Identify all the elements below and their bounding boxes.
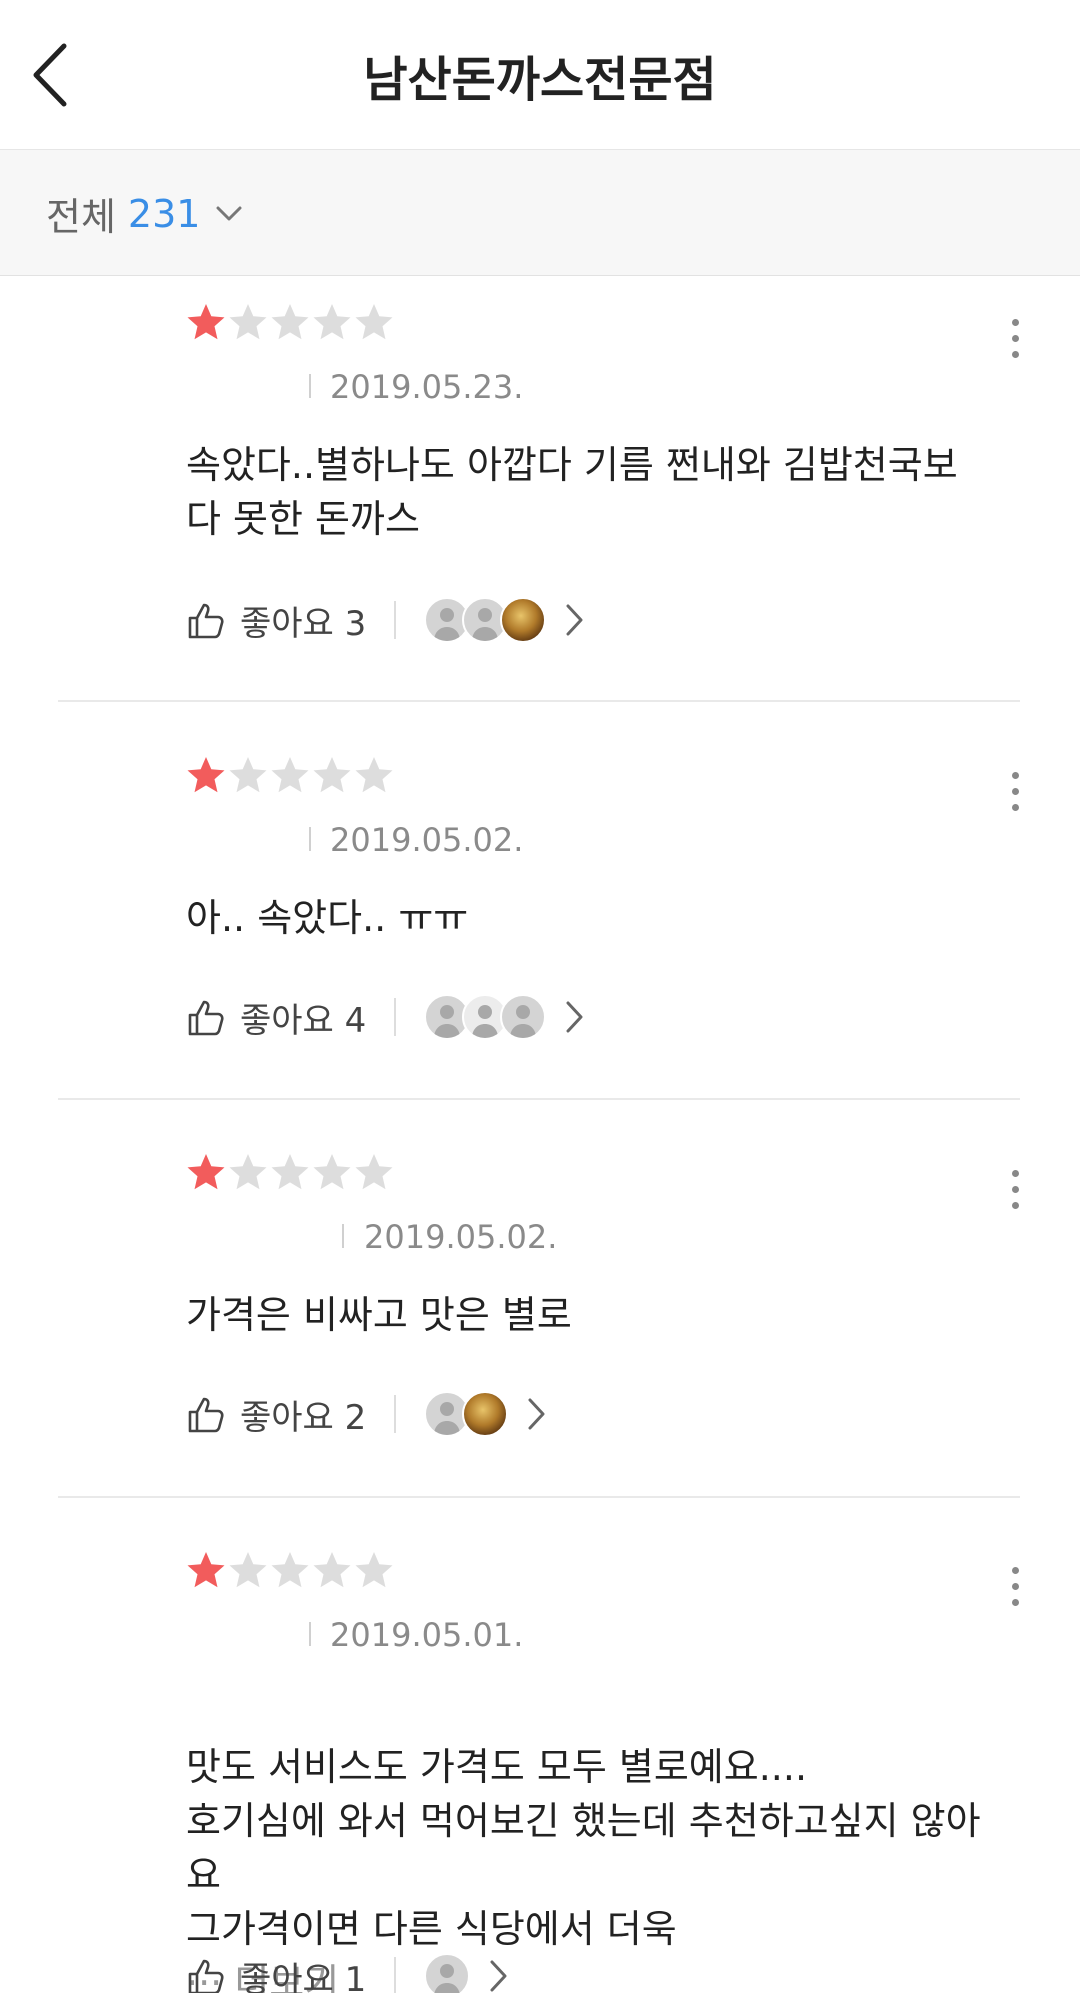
review-date: 2019.05.23. — [330, 368, 524, 406]
liker-avatar — [500, 597, 547, 643]
like-count: 좋아요 2 — [240, 1397, 367, 1438]
star-filled-icon — [187, 757, 225, 793]
liker-avatar — [462, 1391, 509, 1437]
review-actions: 좋아요 3 — [186, 590, 584, 650]
review-date: 2019.05.01. — [330, 1616, 524, 1654]
chevron-down-icon — [216, 206, 242, 222]
review-actions: 좋아요 4 — [186, 987, 584, 1047]
star-empty-icon — [271, 304, 309, 340]
filter-bar: 전체 231 — [0, 150, 1080, 276]
like-count: 좋아요 1 — [240, 1959, 367, 1993]
more-options-button[interactable] — [998, 1159, 1032, 1219]
like-separator — [394, 998, 397, 1036]
review-text: 가격은 비싸고 맛은 별로 — [186, 1293, 572, 1337]
like-count: 좋아요 4 — [240, 1000, 367, 1041]
review-divider — [58, 1496, 1020, 1498]
like-button[interactable]: 좋아요 2 — [186, 1390, 366, 1439]
like-button[interactable]: 좋아요 3 — [186, 596, 366, 645]
filter-label: 전체 — [46, 195, 116, 239]
star-filled-icon — [187, 1154, 225, 1190]
star-empty-icon — [355, 1552, 393, 1588]
star-empty-icon — [355, 757, 393, 793]
review-text: 아.. 속았다.. ㅠㅠ — [186, 896, 469, 940]
star-filled-icon — [187, 1552, 225, 1588]
page-title: 남산돈까스전문점 — [363, 52, 717, 108]
review-divider — [58, 1098, 1020, 1100]
star-filled-icon — [187, 304, 225, 340]
star-empty-icon — [229, 1154, 267, 1190]
liker-avatar — [424, 1953, 471, 1993]
star-rating — [186, 755, 394, 795]
star-empty-icon — [271, 757, 309, 793]
liker-avatars[interactable] — [424, 597, 547, 643]
liker-avatars[interactable] — [424, 994, 547, 1040]
star-empty-icon — [313, 304, 351, 340]
star-empty-icon — [313, 1154, 351, 1190]
more-options-button[interactable] — [998, 1556, 1032, 1616]
nickname-separator — [309, 827, 311, 851]
liker-avatar — [500, 994, 547, 1040]
star-empty-icon — [229, 757, 267, 793]
star-empty-icon — [271, 1154, 309, 1190]
thumbs-up-icon — [188, 603, 224, 639]
star-rating — [186, 1550, 394, 1590]
app-header: 남산돈까스전문점 — [0, 0, 1080, 150]
thumbs-up-icon — [188, 1000, 224, 1036]
more-options-button[interactable] — [998, 308, 1032, 368]
like-count: 좋아요 3 — [240, 603, 367, 644]
like-separator — [394, 1957, 397, 1993]
review-text-content: 맛도 서비스도 가격도 모두 별로예요.... 호기심에 와서 먹어보긴 했는데… — [186, 1745, 981, 1951]
star-empty-icon — [355, 304, 393, 340]
review-actions: 좋아요 2 — [186, 1384, 546, 1444]
review-date: 2019.05.02. — [364, 1218, 558, 1256]
liker-avatars[interactable] — [424, 1391, 509, 1437]
star-empty-icon — [355, 1154, 393, 1190]
liker-avatars[interactable] — [424, 1953, 471, 1993]
nickname-separator — [342, 1224, 344, 1248]
chevron-right-icon[interactable] — [564, 603, 584, 637]
star-empty-icon — [229, 304, 267, 340]
like-button[interactable]: 좋아요 4 — [186, 993, 366, 1042]
star-empty-icon — [229, 1552, 267, 1588]
nickname-separator — [309, 1622, 311, 1646]
review-divider — [58, 700, 1020, 702]
chevron-right-icon[interactable] — [488, 1959, 508, 1993]
review-text: 속았다..별하나도 아깝다 기름 쩐내와 김밥천국보 다 못한 돈까스 — [186, 443, 958, 541]
chevron-right-icon[interactable] — [564, 1000, 584, 1034]
like-separator — [394, 1395, 397, 1433]
star-empty-icon — [313, 1552, 351, 1588]
review-actions: 좋아요 1 — [186, 1946, 508, 1993]
nickname-separator — [309, 374, 311, 398]
more-options-button[interactable] — [998, 761, 1032, 821]
thumbs-up-icon — [188, 1397, 224, 1433]
like-separator — [394, 601, 397, 639]
chevron-right-icon[interactable] — [526, 1397, 546, 1431]
thumbs-up-icon — [188, 1959, 224, 1993]
star-rating — [186, 1152, 394, 1192]
like-button[interactable]: 좋아요 1 — [186, 1952, 366, 1993]
star-empty-icon — [313, 757, 351, 793]
star-empty-icon — [271, 1552, 309, 1588]
star-rating — [186, 302, 394, 342]
review-count: 231 — [127, 191, 201, 236]
review-date: 2019.05.02. — [330, 821, 524, 859]
review-filter-dropdown[interactable]: 전체 231 — [46, 186, 242, 241]
